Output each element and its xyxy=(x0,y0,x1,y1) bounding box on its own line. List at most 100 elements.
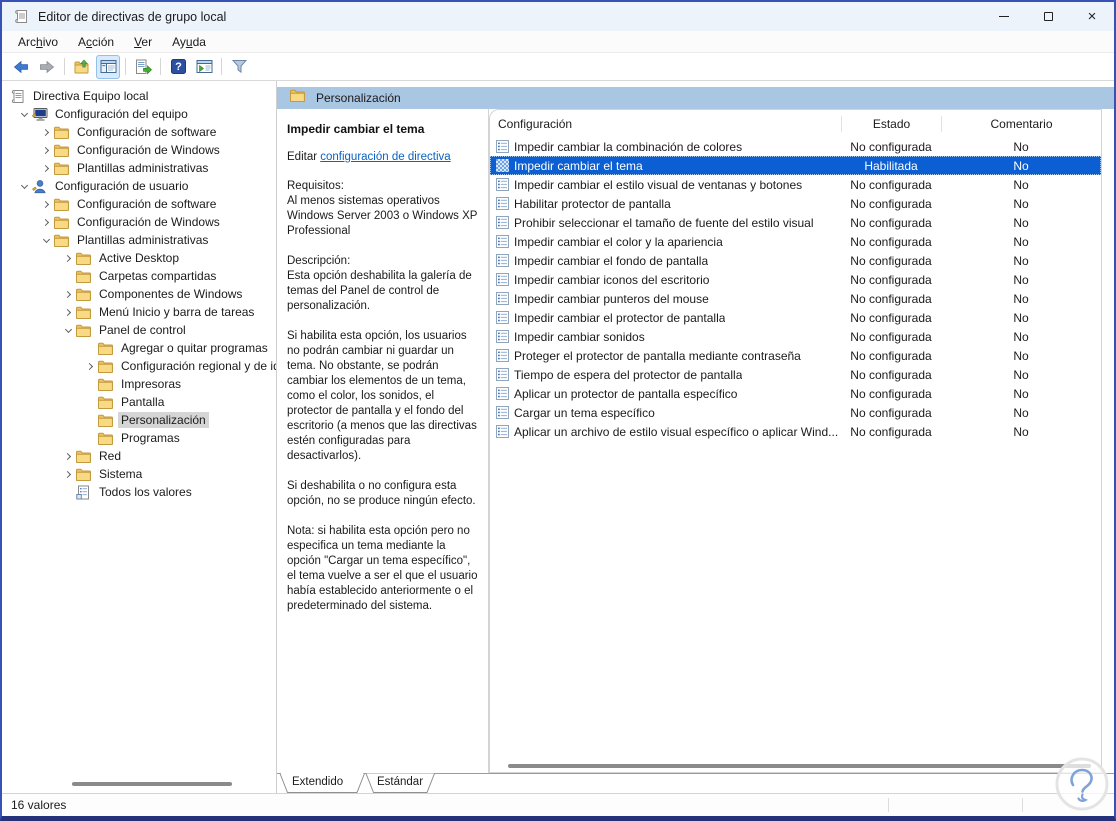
title-bar: Editor de directivas de grupo local × xyxy=(2,2,1114,31)
policy-icon xyxy=(496,387,509,400)
policy-row-impedir-cambiar-iconos-del-escritorio[interactable]: Impedir cambiar iconos del escritorio No … xyxy=(490,270,1101,289)
tree-item-pantalla[interactable]: Pantalla xyxy=(2,393,276,411)
tree-item-agregar-o-quitar-programas[interactable]: Agregar o quitar programas xyxy=(2,339,276,357)
tab-extendido[interactable]: Extendido xyxy=(292,776,343,788)
tree-item-configuracion-regional-y-de-idioma[interactable]: Configuración regional y de idioma xyxy=(2,357,276,375)
policy-icon xyxy=(496,197,509,210)
policy-row-tiempo-de-espera-del-protector-de-pantal[interactable]: Tiempo de espera del protector de pantal… xyxy=(490,365,1101,384)
console-tree-button[interactable] xyxy=(96,54,120,79)
status-divider xyxy=(888,798,889,812)
tree-item-configuracion-de-software[interactable]: Configuración de software xyxy=(2,123,276,141)
column-header-estado[interactable]: Estado xyxy=(841,115,941,132)
back-arrow-button[interactable] xyxy=(9,55,33,79)
tree-item-directiva-equipo-local[interactable]: Directiva Equipo local xyxy=(2,87,276,105)
policy-estado: No configurada xyxy=(850,329,932,344)
edit-policy-link[interactable]: configuración de directiva xyxy=(320,151,450,163)
tree-item-label: Carpetas compartidas xyxy=(99,269,217,283)
policy-row-impedir-cambiar-el-tema[interactable]: Impedir cambiar el tema Habilitada No xyxy=(490,156,1101,175)
help-button[interactable]: ? xyxy=(166,55,190,79)
policy-comentario: No xyxy=(1013,177,1029,192)
policy-row-prohibir-seleccionar-el-tamano-de-fuente[interactable]: Prohibir seleccionar el tamaño de fuente… xyxy=(490,213,1101,232)
menu-accin[interactable]: Acción xyxy=(68,33,124,51)
policy-row-impedir-cambiar-el-color-y-la-apariencia[interactable]: Impedir cambiar el color y la apariencia… xyxy=(490,232,1101,251)
chevron-collapsed-icon[interactable] xyxy=(38,200,54,208)
tree-item-todos-los-valores[interactable]: Todos los valores xyxy=(2,483,276,501)
chevron-collapsed-icon[interactable] xyxy=(60,470,76,478)
policy-comentario: No xyxy=(1013,253,1029,268)
tree-item-carpetas-compartidas[interactable]: Carpetas compartidas xyxy=(2,267,276,285)
chevron-collapsed-icon[interactable] xyxy=(38,164,54,172)
maximize-button[interactable] xyxy=(1026,2,1070,31)
tree-item-label: Red xyxy=(99,449,122,463)
policy-row-impedir-cambiar-el-estilo-visual-de-vent[interactable]: Impedir cambiar el estilo visual de vent… xyxy=(490,175,1101,194)
tree-item-configuracion-de-windows[interactable]: Configuración de Windows xyxy=(2,213,276,231)
chevron-expanded-icon[interactable] xyxy=(60,325,76,333)
list-horizontal-scrollbar[interactable] xyxy=(490,759,1101,772)
tree-item-personalizacion[interactable]: Personalización xyxy=(2,411,276,429)
column-header-configuracion[interactable]: Configuración xyxy=(490,117,841,131)
policy-row-impedir-cambiar-sonidos[interactable]: Impedir cambiar sonidos No configurada No xyxy=(490,327,1101,346)
tree-item-impresoras[interactable]: Impresoras xyxy=(2,375,276,393)
column-header-comentario[interactable]: Comentario xyxy=(941,115,1101,132)
policy-row-aplicar-un-protector-de-pantalla-especif[interactable]: Aplicar un protector de pantalla específ… xyxy=(490,384,1101,403)
tree-item-programas[interactable]: Programas xyxy=(2,429,276,447)
policy-row-impedir-cambiar-la-combinacion-de-colore[interactable]: Impedir cambiar la combinación de colore… xyxy=(490,137,1101,156)
policy-name: Impedir cambiar el estilo visual de vent… xyxy=(514,177,803,192)
policy-icon xyxy=(496,311,509,324)
policy-icon xyxy=(496,368,509,381)
chevron-collapsed-icon[interactable] xyxy=(60,290,76,298)
tree-item-configuracion-de-usuario[interactable]: Configuración de usuario xyxy=(2,177,276,195)
chevron-collapsed-icon[interactable] xyxy=(82,362,98,370)
policy-row-aplicar-un-archivo-de-estilo-visual-espe[interactable]: Aplicar un archivo de estilo visual espe… xyxy=(490,422,1101,441)
tree-item-plantillas-administrativas[interactable]: Plantillas administrativas xyxy=(2,231,276,249)
policy-row-cargar-un-tema-especifico[interactable]: Cargar un tema específico No configurada N… xyxy=(490,403,1101,422)
show-window-button[interactable] xyxy=(192,55,216,79)
policy-row-impedir-cambiar-el-fondo-de-pantalla[interactable]: Impedir cambiar el fondo de pantalla No c… xyxy=(490,251,1101,270)
toolbar-separator xyxy=(160,58,161,75)
menu-ver[interactable]: Ver xyxy=(124,33,162,51)
folder-icon xyxy=(290,89,305,107)
chevron-expanded-icon[interactable] xyxy=(38,235,54,243)
menu-archivo[interactable]: Archivo xyxy=(8,33,68,51)
export-list-button[interactable] xyxy=(131,55,155,79)
up-folder-button[interactable] xyxy=(70,55,94,79)
forward-arrow-button[interactable] xyxy=(35,55,59,79)
tree-item-configuracion-de-software[interactable]: Configuración de software xyxy=(2,195,276,213)
tree-item-panel-de-control[interactable]: Panel de control xyxy=(2,321,276,339)
policy-row-proteger-el-protector-de-pantalla-median[interactable]: Proteger el protector de pantalla median… xyxy=(490,346,1101,365)
policy-estado: No configurada xyxy=(850,253,932,268)
filter-button[interactable] xyxy=(227,55,251,79)
chevron-collapsed-icon[interactable] xyxy=(60,452,76,460)
policy-row-habilitar-protector-de-pantalla[interactable]: Habilitar protector de pantalla No config… xyxy=(490,194,1101,213)
chevron-collapsed-icon[interactable] xyxy=(38,146,54,154)
policy-row-impedir-cambiar-punteros-del-mouse[interactable]: Impedir cambiar punteros del mouse No con… xyxy=(490,289,1101,308)
chevron-collapsed-icon[interactable] xyxy=(60,254,76,262)
tab-estandar[interactable]: Estándar xyxy=(377,776,423,788)
chevron-collapsed-icon[interactable] xyxy=(38,218,54,226)
tree-item-menu-inicio-y-barra-de-tareas[interactable]: Menú Inicio y barra de tareas xyxy=(2,303,276,321)
tree-item-componentes-de-windows[interactable]: Componentes de Windows xyxy=(2,285,276,303)
tree-item-configuracion-de-windows[interactable]: Configuración de Windows xyxy=(2,141,276,159)
tree-item-label: Active Desktop xyxy=(99,251,180,265)
chevron-expanded-icon[interactable] xyxy=(16,181,32,189)
policy-comentario: No xyxy=(1013,196,1029,211)
chevron-expanded-icon[interactable] xyxy=(16,109,32,117)
tree-horizontal-scrollbar-thumb[interactable] xyxy=(72,782,232,786)
minimize-button[interactable] xyxy=(982,2,1026,31)
policy-icon xyxy=(496,216,509,229)
tree-item-sistema[interactable]: Sistema xyxy=(2,465,276,483)
policy-row-impedir-cambiar-el-protector-de-pantalla[interactable]: Impedir cambiar el protector de pantalla… xyxy=(490,308,1101,327)
tree-item-configuracion-del-equipo[interactable]: Configuración del equipo xyxy=(2,105,276,123)
toolbar-separator xyxy=(125,58,126,75)
tree-item-active-desktop[interactable]: Active Desktop xyxy=(2,249,276,267)
tree-item-plantillas-administrativas[interactable]: Plantillas administrativas xyxy=(2,159,276,177)
chevron-collapsed-icon[interactable] xyxy=(60,308,76,316)
menu-ayuda[interactable]: Ayuda xyxy=(162,33,216,51)
scrollbar-thumb[interactable] xyxy=(508,764,1091,768)
close-button[interactable]: × xyxy=(1070,2,1114,31)
policy-name: Prohibir seleccionar el tamaño de fuente… xyxy=(514,215,814,230)
chevron-collapsed-icon[interactable] xyxy=(38,128,54,136)
forward-arrow-icon xyxy=(39,59,55,75)
folder-icon xyxy=(76,324,93,337)
tree-item-red[interactable]: Red xyxy=(2,447,276,465)
